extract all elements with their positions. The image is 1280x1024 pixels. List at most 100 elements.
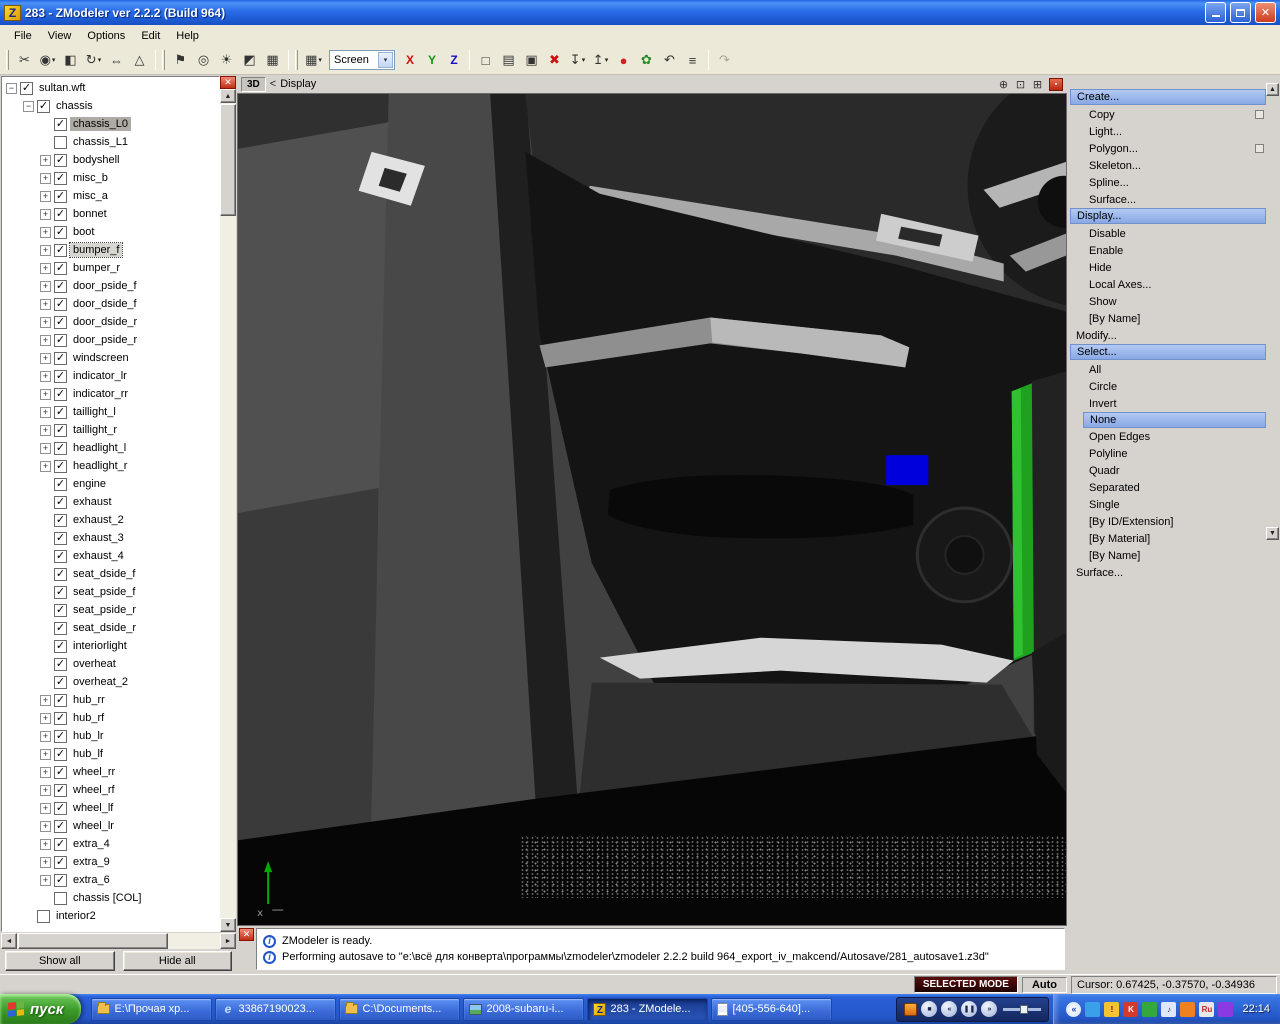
task-button-283-zmodele[interactable]: Z 283 - ZModele... bbox=[587, 997, 709, 1021]
save-file-button[interactable]: ▣ bbox=[520, 49, 543, 71]
tray-icon-3[interactable]: K bbox=[1123, 1001, 1139, 1017]
expand-icon[interactable]: + bbox=[40, 694, 51, 706]
visibility-checkbox[interactable]: ✓ bbox=[54, 513, 67, 527]
tree-item-door-pside-f[interactable]: + ✓ door_pside_f bbox=[2, 277, 219, 295]
tree-item-seat-pside-f[interactable]: ✓ seat_pside_f bbox=[2, 583, 219, 601]
tree-item-indicator-lr[interactable]: + ✓ indicator_lr bbox=[2, 367, 219, 385]
visibility-checkbox[interactable]: ✓ bbox=[54, 333, 67, 347]
task-button-c-documents[interactable]: C:\Documents... bbox=[339, 997, 461, 1021]
tree-item-bumper-r[interactable]: + ✓ bumper_r bbox=[2, 259, 219, 277]
axis-z-button[interactable]: Z bbox=[443, 49, 465, 71]
visibility-checkbox[interactable]: ✓ bbox=[54, 729, 67, 743]
menu-by-material[interactable]: [By Material] bbox=[1067, 530, 1266, 547]
visibility-checkbox[interactable]: ✓ bbox=[20, 81, 33, 95]
expand-icon[interactable]: + bbox=[40, 424, 51, 436]
record-button[interactable]: ● bbox=[612, 49, 635, 71]
tree-item-indicator-rr[interactable]: + ✓ indicator_rr bbox=[2, 385, 219, 403]
visibility-checkbox[interactable]: ✓ bbox=[54, 585, 67, 599]
normals-tool-button[interactable]: △ bbox=[128, 49, 151, 71]
scroll-thumb[interactable] bbox=[220, 104, 236, 216]
tree-item-door-pside-r[interactable]: + ✓ door_pside_r bbox=[2, 331, 219, 349]
plugins-button[interactable]: ✿ bbox=[635, 49, 658, 71]
views-config-button[interactable]: ▦ ▾ bbox=[302, 49, 325, 71]
script-list-button[interactable]: ≡ bbox=[681, 49, 704, 71]
visibility-checkbox[interactable]: ✓ bbox=[54, 639, 67, 653]
visibility-checkbox[interactable]: ✓ bbox=[54, 837, 67, 851]
tree-item-label[interactable]: wheel_lr bbox=[70, 819, 117, 833]
tree-item-hub-lf[interactable]: + ✓ hub_lf bbox=[2, 745, 219, 763]
visibility-checkbox[interactable]: ✓ bbox=[54, 189, 67, 203]
tree-item-label[interactable]: seat_pside_f bbox=[70, 585, 138, 599]
tree-item-label[interactable]: bonnet bbox=[70, 207, 110, 221]
tree-item-extra-6[interactable]: + ✓ extra_6 bbox=[2, 871, 219, 889]
collapse-icon[interactable]: − bbox=[23, 100, 34, 112]
tree-item-wheel-rf[interactable]: + ✓ wheel_rf bbox=[2, 781, 219, 799]
close-button[interactable]: ✕ bbox=[1255, 2, 1276, 23]
scroll-up-button[interactable]: ▲ bbox=[220, 89, 236, 103]
tree-item-wheel-rr[interactable]: + ✓ wheel_rr bbox=[2, 763, 219, 781]
toolbar-grip[interactable] bbox=[295, 50, 298, 70]
menu-polyline[interactable]: Polyline bbox=[1067, 445, 1266, 462]
tree-item-label[interactable]: chassis [COL] bbox=[70, 891, 144, 905]
expand-icon[interactable]: + bbox=[40, 298, 51, 310]
expand-icon[interactable]: + bbox=[40, 172, 51, 184]
scroll-right-button[interactable]: ► bbox=[220, 933, 236, 949]
visibility-checkbox[interactable]: ✓ bbox=[54, 171, 67, 185]
tree-item-label[interactable]: chassis bbox=[53, 99, 96, 113]
tree-item-label[interactable]: misc_a bbox=[70, 189, 111, 203]
menu-display[interactable]: Display... bbox=[1070, 208, 1266, 224]
scroll-track[interactable] bbox=[17, 933, 220, 949]
visibility-checkbox[interactable]: ✓ bbox=[54, 765, 67, 779]
tree-item-label[interactable]: overheat_2 bbox=[70, 675, 131, 689]
menu-circle[interactable]: Circle bbox=[1067, 378, 1266, 395]
message-panel-close-button[interactable]: ✕ bbox=[239, 928, 254, 941]
tree-item-label[interactable]: door_pside_f bbox=[70, 279, 140, 293]
submenu-pin-box[interactable] bbox=[1255, 144, 1264, 153]
expand-icon[interactable]: + bbox=[40, 190, 51, 202]
volume-slider[interactable] bbox=[1003, 1004, 1042, 1014]
collapse-icon[interactable]: − bbox=[6, 82, 17, 94]
submenu-pin-box[interactable] bbox=[1255, 110, 1264, 119]
tree-item-exhaust-4[interactable]: ✓ exhaust_4 bbox=[2, 547, 219, 565]
panel-scroll-down-button[interactable]: ▼ bbox=[1266, 527, 1279, 540]
tree-item-label[interactable]: indicator_lr bbox=[70, 369, 130, 383]
uv-mapper-button[interactable]: ▦ bbox=[261, 49, 284, 71]
menu-single[interactable]: Single bbox=[1067, 496, 1266, 513]
stop-button[interactable]: ■ bbox=[921, 1001, 938, 1017]
visibility-checkbox[interactable]: ✓ bbox=[54, 351, 67, 365]
menu-by-name[interactable]: [By Name] bbox=[1067, 310, 1266, 327]
tree-item-label[interactable]: extra_6 bbox=[70, 873, 113, 887]
scroll-left-button[interactable]: ◄ bbox=[1, 933, 17, 949]
tree-item-label[interactable]: exhaust bbox=[70, 495, 115, 509]
scroll-track[interactable] bbox=[220, 103, 236, 918]
task-button-[interactable]: Е:\Прочая хр... bbox=[91, 997, 213, 1021]
visibility-checkbox[interactable]: ✓ bbox=[54, 459, 67, 473]
tree-item-label[interactable]: engine bbox=[70, 477, 109, 491]
export-button[interactable]: ↥ ▾ bbox=[589, 49, 612, 71]
menu-separated[interactable]: Separated bbox=[1067, 479, 1266, 496]
menu-help[interactable]: Help bbox=[168, 28, 207, 44]
tree-item-exhaust-3[interactable]: ✓ exhaust_3 bbox=[2, 529, 219, 547]
tree-item-headlight-r[interactable]: + ✓ headlight_r bbox=[2, 457, 219, 475]
tree-item-label[interactable]: door_dside_r bbox=[70, 315, 140, 329]
tree-item-label[interactable]: hub_rf bbox=[70, 711, 107, 725]
visibility-checkbox[interactable]: ✓ bbox=[54, 675, 67, 689]
toolbar-grip[interactable] bbox=[6, 50, 9, 70]
visibility-checkbox[interactable]: ✓ bbox=[54, 747, 67, 761]
task-button-405-556-640[interactable]: [405-556-640]... bbox=[711, 997, 833, 1021]
play-pause-button[interactable]: ❚❚ bbox=[961, 1001, 978, 1017]
tree-item-label[interactable]: wheel_rf bbox=[70, 783, 118, 797]
tree-item-bumper-f[interactable]: + ✓ bumper_f bbox=[2, 241, 219, 259]
visibility-checkbox[interactable]: ✓ bbox=[54, 711, 67, 725]
visibility-checkbox[interactable]: ✓ bbox=[54, 567, 67, 581]
tree-item-label[interactable]: taillight_l bbox=[70, 405, 119, 419]
tree-item-label[interactable]: bumper_r bbox=[70, 261, 123, 275]
tree-item-label[interactable]: boot bbox=[70, 225, 97, 239]
tree-item-label[interactable]: exhaust_4 bbox=[70, 549, 127, 563]
expand-icon[interactable]: + bbox=[40, 460, 51, 472]
tree-item-boot[interactable]: + ✓ boot bbox=[2, 223, 219, 241]
expand-icon[interactable]: + bbox=[40, 208, 51, 220]
tree-panel-close-button[interactable]: ✕ bbox=[220, 76, 236, 89]
tree-item-label[interactable]: wheel_lf bbox=[70, 801, 116, 815]
tree-item-seat-pside-r[interactable]: ✓ seat_pside_r bbox=[2, 601, 219, 619]
